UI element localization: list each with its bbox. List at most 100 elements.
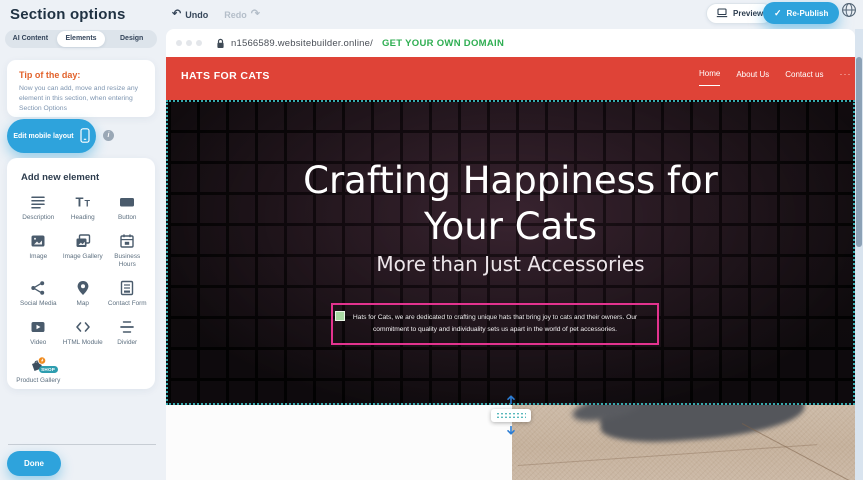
add-element-panel: Add new element Description TT Heading B…: [7, 158, 155, 389]
element-label: Button: [118, 214, 136, 223]
hero-title-line2: Your Cats: [168, 204, 853, 250]
element-item-image-gallery[interactable]: Image Gallery: [61, 232, 106, 270]
resize-grip[interactable]: [491, 409, 531, 422]
sidebar-divider: [8, 444, 156, 445]
pavement-joint-line: [742, 423, 855, 480]
svg-text:T: T: [84, 199, 90, 209]
redo-button[interactable]: Redo ↷: [224, 9, 260, 20]
tip-body: Now you can add, move and resize any ele…: [19, 84, 143, 115]
hero-title[interactable]: Crafting Happiness for Your Cats: [168, 158, 853, 251]
hero-subtitle[interactable]: More than Just Accessories: [168, 252, 853, 276]
description-icon: [29, 193, 47, 211]
redo-label: Redo: [224, 10, 247, 20]
lock-icon: [216, 38, 225, 49]
next-section-background[interactable]: [166, 405, 512, 480]
divider-icon: [118, 318, 136, 336]
redo-icon: ↷: [251, 9, 260, 20]
page-title: Section options: [10, 6, 126, 23]
element-item-heading[interactable]: TT Heading: [61, 193, 106, 223]
preview-label: Preview: [733, 9, 763, 18]
element-item-video[interactable]: Video: [16, 318, 61, 348]
html-module-icon: [74, 318, 92, 336]
arrow-up-icon: [506, 391, 516, 409]
element-item-contact-form[interactable]: Contact Form: [105, 279, 150, 309]
image-icon: [29, 232, 47, 250]
browser-bar: n1566589.websitebuilder.online/ GET YOUR…: [166, 29, 855, 57]
hero-paragraph: Hats for Cats, we are dedicated to craft…: [338, 312, 652, 335]
get-domain-link[interactable]: GET YOUR OWN DOMAIN: [382, 38, 504, 49]
site-logo[interactable]: HATS FOR CATS: [181, 70, 270, 82]
hero-title-line1: Crafting Happiness for: [168, 158, 853, 204]
element-item-business-hours[interactable]: Business Hours: [105, 232, 150, 270]
tab-ai-content[interactable]: AI Content: [6, 31, 55, 47]
element-label: Divider: [117, 339, 137, 348]
republish-label: Re-Publish: [787, 9, 829, 18]
canvas-scrollbar[interactable]: [855, 29, 863, 480]
nav-more-icon[interactable]: ···: [840, 69, 852, 86]
republish-button[interactable]: ✓ Re-Publish: [763, 2, 839, 24]
svg-text:T: T: [75, 195, 83, 210]
history-controls: ↶ Undo Redo ↷: [172, 9, 260, 20]
element-item-html-module[interactable]: HTML Module: [61, 318, 106, 348]
tip-of-the-day-card: Tip of the day: Now you can add, move an…: [7, 60, 155, 117]
element-item-image[interactable]: Image: [16, 232, 61, 270]
element-label: Product Gallery: [16, 377, 60, 386]
nav-item-contact-us[interactable]: Contact us: [785, 70, 823, 86]
social-media-icon: [29, 279, 47, 297]
done-button[interactable]: Done: [7, 451, 61, 476]
element-grid: Description TT Heading Button Image: [16, 193, 150, 395]
builder-window: Section options ↶ Undo Redo ↷ Preview ✓ …: [0, 0, 863, 480]
button-icon: [118, 193, 136, 211]
element-label: Video: [30, 339, 46, 348]
contact-form-icon: [118, 279, 136, 297]
element-item-description[interactable]: Description: [16, 193, 61, 223]
heading-icon: TT: [74, 193, 92, 211]
element-label: Map: [77, 300, 89, 309]
smartphone-icon: [80, 128, 90, 145]
tab-design[interactable]: Design: [107, 31, 156, 47]
tip-title: Tip of the day:: [19, 70, 143, 80]
element-label: Business Hours: [105, 253, 150, 270]
element-item-divider[interactable]: Divider: [105, 318, 150, 348]
devices-icon: [716, 8, 728, 20]
element-item-button[interactable]: Button: [105, 193, 150, 223]
site-nav: Home About Us Contact us ···: [699, 69, 852, 86]
add-element-title: Add new element: [21, 172, 155, 183]
undo-icon: ↶: [172, 9, 181, 20]
element-label: Image Gallery: [63, 253, 103, 262]
arrow-down-icon: [506, 422, 516, 440]
tab-elements[interactable]: Elements: [57, 31, 106, 47]
pavement-joint-line: [518, 444, 817, 466]
element-label: Image: [29, 253, 47, 262]
element-drag-handle[interactable]: [335, 311, 345, 321]
business-hours-icon: [118, 232, 136, 250]
shop-badge: SHOP: [39, 366, 58, 373]
check-icon: ✓: [774, 8, 782, 19]
scrollbar-thumb[interactable]: [856, 57, 862, 247]
edit-mobile-label: Edit mobile layout: [13, 133, 73, 140]
section-resize-handle[interactable]: [489, 391, 533, 440]
selected-section[interactable]: Crafting Happiness for Your Cats More th…: [166, 100, 855, 405]
sidebar-tabs: AI Content Elements Design: [5, 30, 157, 48]
element-label: Heading: [71, 214, 95, 223]
site-header: HATS FOR CATS Home About Us Contact us ·…: [166, 57, 855, 100]
edit-mobile-layout-button[interactable]: Edit mobile layout: [7, 119, 96, 153]
element-item-product-gallery[interactable]: SHOP Product Gallery: [16, 356, 61, 386]
info-icon[interactable]: i: [103, 130, 114, 141]
element-item-map[interactable]: Map: [61, 279, 106, 309]
element-label: HTML Module: [63, 339, 103, 348]
nav-item-home[interactable]: Home: [699, 69, 720, 86]
nav-item-about-us[interactable]: About Us: [736, 70, 769, 86]
element-label: Social Media: [20, 300, 57, 309]
undo-label: Undo: [185, 10, 208, 20]
undo-button[interactable]: ↶ Undo: [172, 9, 208, 20]
map-pin-icon: [74, 279, 92, 297]
element-label: Contact Form: [108, 300, 147, 309]
language-globe-button[interactable]: [840, 4, 857, 21]
element-label: Description: [22, 214, 54, 223]
window-dots-icon: [176, 40, 202, 46]
selected-text-element[interactable]: Hats for Cats, we are dedicated to craft…: [331, 303, 659, 345]
element-item-social-media[interactable]: Social Media: [16, 279, 61, 309]
globe-icon: [841, 2, 857, 23]
next-section-image[interactable]: [512, 405, 855, 480]
